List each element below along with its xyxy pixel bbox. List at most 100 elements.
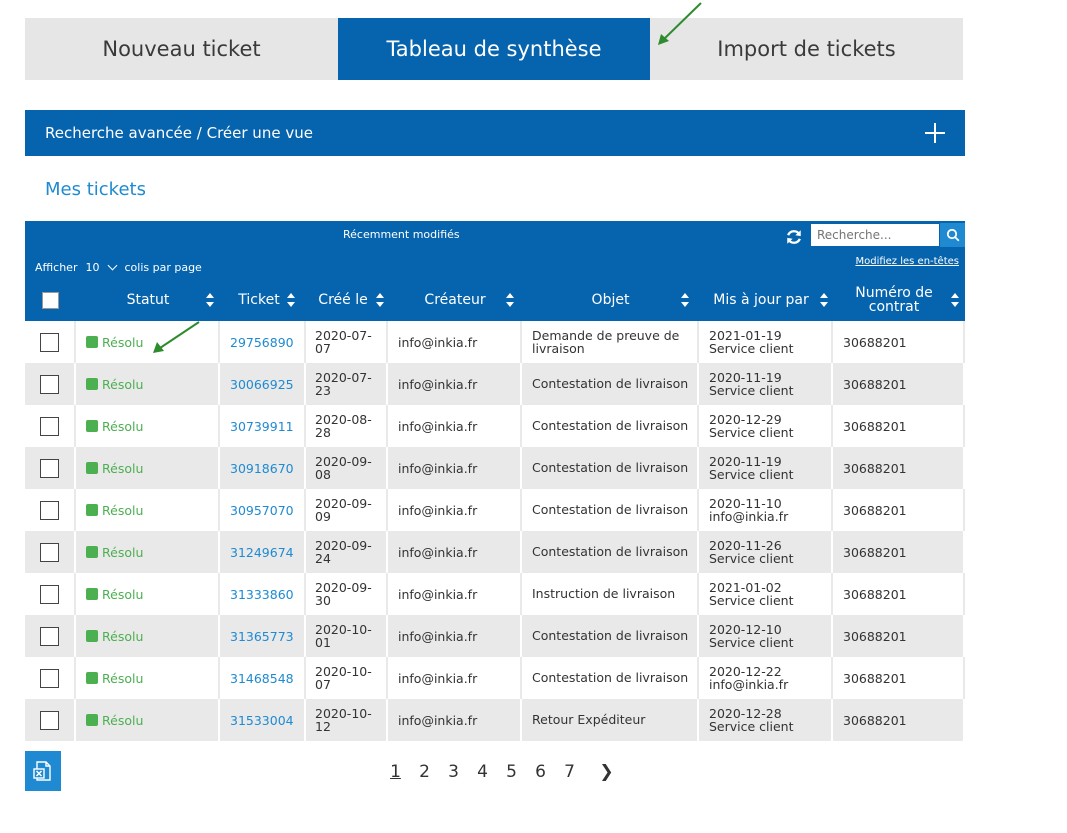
status-label: Résolu bbox=[102, 628, 144, 644]
page-link[interactable]: 6 bbox=[533, 762, 548, 782]
row-checkbox[interactable] bbox=[40, 416, 59, 436]
created-date: 2020-10-07 bbox=[315, 663, 372, 692]
header-subject[interactable]: Objet bbox=[522, 279, 699, 321]
ticket-link[interactable]: 31365773 bbox=[230, 629, 294, 644]
status-dot-icon bbox=[86, 336, 98, 348]
ticket-link[interactable]: 29756890 bbox=[230, 335, 294, 350]
created-cell: 2020-10-07 bbox=[306, 657, 388, 699]
table-row[interactable]: Résolu 31533004 2020-10-12 info@inkia.fr… bbox=[25, 699, 965, 741]
tab-new-ticket[interactable]: Nouveau ticket bbox=[25, 18, 338, 80]
header-creator[interactable]: Créateur bbox=[388, 279, 522, 321]
subject-cell: Contestation de livraison bbox=[522, 489, 699, 531]
header-created[interactable]: Créé le bbox=[306, 279, 388, 321]
page-link[interactable]: 1 bbox=[388, 762, 403, 782]
table-row[interactable]: Résolu 30957070 2020-09-09 info@inkia.fr… bbox=[25, 489, 965, 531]
created-cell: 2020-09-08 bbox=[306, 447, 388, 489]
ticket-link[interactable]: 31468548 bbox=[230, 671, 294, 686]
page-link[interactable]: 3 bbox=[446, 762, 461, 782]
table-header: Récemment modifiés Modifiez les en-têtes… bbox=[25, 221, 965, 321]
contract-cell: 30688201 bbox=[833, 615, 965, 657]
subject-value: Contestation de livraison bbox=[532, 460, 689, 476]
subject-value: Contestation de livraison bbox=[532, 628, 689, 644]
subject-cell: Contestation de livraison bbox=[522, 531, 699, 573]
table-row[interactable]: Résolu 31365773 2020-10-01 info@inkia.fr… bbox=[25, 615, 965, 657]
header-contract-label: Numéro de contrat bbox=[855, 285, 933, 315]
tab-summary-board[interactable]: Tableau de synthèse bbox=[338, 18, 650, 80]
sort-icon bbox=[506, 293, 514, 307]
table-row[interactable]: Résolu 30066925 2020-07-23 info@inkia.fr… bbox=[25, 363, 965, 405]
creator-value: info@inkia.fr bbox=[398, 460, 478, 476]
header-status[interactable]: Statut bbox=[76, 279, 220, 321]
row-checkbox[interactable] bbox=[40, 542, 59, 562]
ticket-link[interactable]: 30957070 bbox=[230, 503, 294, 518]
subject-cell: Instruction de livraison bbox=[522, 573, 699, 615]
table-row[interactable]: Résolu 29756890 2020-07-07 info@inkia.fr… bbox=[25, 321, 965, 363]
row-checkbox[interactable] bbox=[40, 500, 59, 520]
modify-headers-link[interactable]: Modifiez les en-têtes bbox=[855, 256, 959, 267]
status-dot-icon bbox=[86, 714, 98, 726]
updated-by: Service client bbox=[709, 467, 794, 482]
ticket-cell: 30918670 bbox=[220, 447, 306, 489]
status-label: Résolu bbox=[102, 376, 144, 392]
contract-cell: 30688201 bbox=[833, 405, 965, 447]
ticket-link[interactable]: 31533004 bbox=[230, 713, 294, 728]
table-row[interactable]: Résolu 31468548 2020-10-07 info@inkia.fr… bbox=[25, 657, 965, 699]
page-link[interactable]: 7 bbox=[562, 762, 577, 782]
subject-value: Retour Expéditeur bbox=[532, 712, 646, 728]
page-link[interactable]: 5 bbox=[504, 762, 519, 782]
row-checkbox[interactable] bbox=[40, 458, 59, 478]
page-link[interactable]: 2 bbox=[417, 762, 432, 782]
status-cell: Résolu bbox=[76, 573, 220, 615]
page-link[interactable]: 4 bbox=[475, 762, 490, 782]
updated-cell: 2020-12-10 Service client bbox=[699, 615, 833, 657]
ticket-link[interactable]: 30918670 bbox=[230, 461, 294, 476]
excel-export-button[interactable] bbox=[25, 751, 61, 791]
row-checkbox[interactable] bbox=[40, 668, 59, 688]
table-row[interactable]: Résolu 30739911 2020-08-28 info@inkia.fr… bbox=[25, 405, 965, 447]
search-input[interactable] bbox=[810, 223, 940, 247]
ticket-link[interactable]: 31249674 bbox=[230, 545, 294, 560]
status-badge: Résolu bbox=[86, 629, 143, 644]
advanced-search-bar[interactable]: Recherche avancée / Créer une vue bbox=[25, 110, 965, 156]
header-creator-label: Créateur bbox=[424, 292, 486, 308]
per-page-select[interactable]: 10 bbox=[85, 260, 118, 274]
creator-value: info@inkia.fr bbox=[398, 502, 478, 518]
status-badge: Résolu bbox=[86, 503, 143, 518]
plus-icon[interactable] bbox=[925, 123, 945, 143]
contract-cell: 30688201 bbox=[833, 489, 965, 531]
status-cell: Résolu bbox=[76, 363, 220, 405]
updated-by: Service client bbox=[709, 425, 794, 440]
updated-by: info@inkia.fr bbox=[709, 509, 789, 524]
tab-import-tickets[interactable]: Import de tickets bbox=[650, 18, 963, 80]
status-badge: Résolu bbox=[86, 419, 143, 434]
status-cell: Résolu bbox=[76, 489, 220, 531]
header-contract[interactable]: Numéro de contrat bbox=[833, 279, 965, 321]
ticket-link[interactable]: 31333860 bbox=[230, 587, 294, 602]
ticket-link[interactable]: 30739911 bbox=[230, 419, 294, 434]
table-row[interactable]: Résolu 31249674 2020-09-24 info@inkia.fr… bbox=[25, 531, 965, 573]
sort-icon bbox=[951, 293, 959, 307]
header-ticket[interactable]: Ticket bbox=[220, 279, 306, 321]
creator-cell: info@inkia.fr bbox=[388, 531, 522, 573]
status-cell: Résolu bbox=[76, 615, 220, 657]
table-row[interactable]: Résolu 31333860 2020-09-30 info@inkia.fr… bbox=[25, 573, 965, 615]
next-page-icon[interactable]: ❯ bbox=[599, 762, 614, 782]
ticket-cell: 30066925 bbox=[220, 363, 306, 405]
table-row[interactable]: Résolu 30918670 2020-09-08 info@inkia.fr… bbox=[25, 447, 965, 489]
header-updated-by[interactable]: Mis à jour par bbox=[699, 279, 833, 321]
select-all-cell bbox=[25, 279, 76, 321]
subject-value: Contestation de livraison bbox=[532, 418, 689, 434]
status-dot-icon bbox=[86, 546, 98, 558]
ticket-link[interactable]: 30066925 bbox=[230, 377, 294, 392]
contract-cell: 30688201 bbox=[833, 699, 965, 741]
row-checkbox[interactable] bbox=[40, 332, 59, 352]
row-checkbox[interactable] bbox=[40, 584, 59, 604]
updated-cell: 2020-12-22 info@inkia.fr bbox=[699, 657, 833, 699]
select-all-checkbox[interactable] bbox=[42, 291, 59, 309]
status-cell: Résolu bbox=[76, 657, 220, 699]
refresh-icon[interactable] bbox=[785, 228, 803, 246]
row-checkbox[interactable] bbox=[40, 710, 59, 730]
row-checkbox[interactable] bbox=[40, 626, 59, 646]
search-button[interactable] bbox=[940, 223, 965, 247]
row-checkbox[interactable] bbox=[40, 374, 59, 394]
